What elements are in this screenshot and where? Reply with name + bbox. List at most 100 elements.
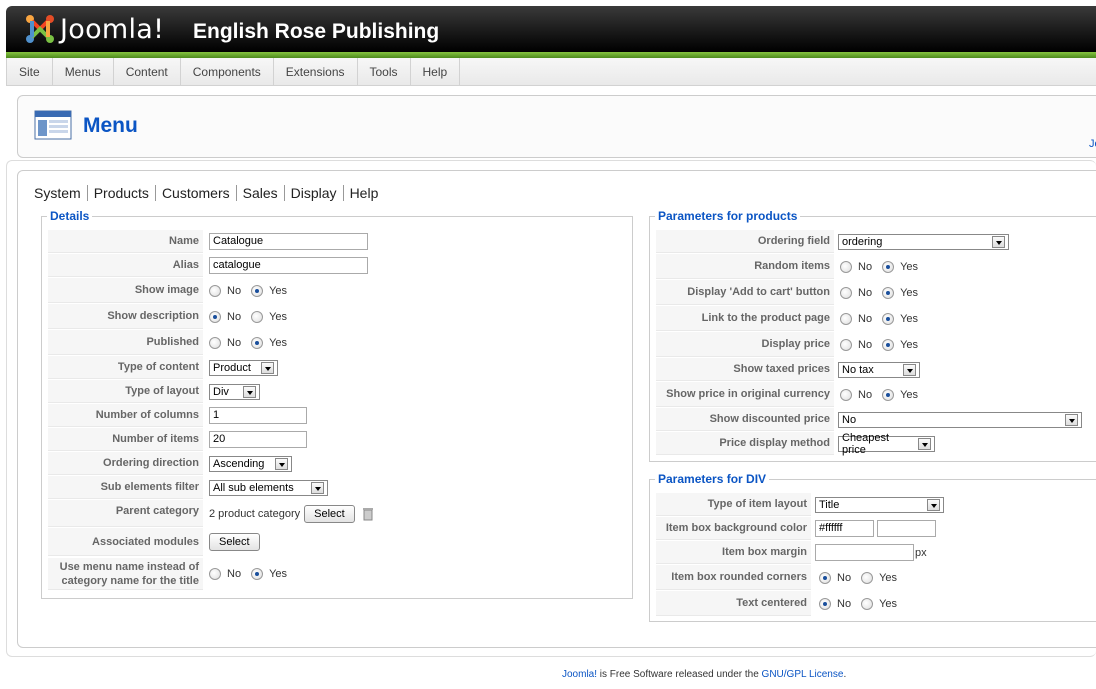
row-ordering-field: Ordering field ordering: [656, 230, 1096, 253]
ordering-dir-select[interactable]: Ascending: [209, 455, 292, 472]
bg-color-input[interactable]: #ffffff: [815, 520, 874, 537]
random-items-yes-radio[interactable]: [882, 260, 895, 273]
link-product-yes-radio[interactable]: [882, 312, 895, 325]
menu-help[interactable]: Help: [411, 58, 461, 86]
add-to-cart-label: Display 'Add to cart' button: [656, 280, 834, 305]
subnav-help[interactable]: Help: [342, 185, 385, 201]
ordering-field-select[interactable]: ordering: [838, 233, 1009, 250]
subnav-system[interactable]: System: [34, 185, 87, 201]
row-name: Name Catalogue: [48, 230, 528, 253]
yes-label: Yes: [900, 388, 919, 401]
bg-color-preview[interactable]: [877, 520, 936, 537]
menu-tools[interactable]: Tools: [358, 58, 411, 86]
joomla-logo-text: Joomla!: [60, 13, 165, 45]
orig-currency-no-radio[interactable]: [840, 388, 852, 401]
display-price-yes-radio[interactable]: [882, 338, 895, 351]
menu-content[interactable]: Content: [114, 58, 181, 86]
no-label: No: [858, 260, 873, 273]
no-label: No: [858, 338, 873, 351]
yes-label: Yes: [879, 571, 898, 584]
num-items-input[interactable]: 20: [209, 431, 307, 448]
trash-icon[interactable]: [362, 507, 373, 521]
row-published: Published No Yes: [48, 330, 528, 355]
random-items-no-radio[interactable]: [840, 260, 852, 273]
subnav-products[interactable]: Products: [86, 185, 155, 201]
published-yes-radio[interactable]: [251, 336, 264, 349]
row-show-description: Show description No Yes: [48, 304, 528, 329]
no-label: No: [858, 312, 873, 325]
add-to-cart-yes-radio[interactable]: [882, 286, 895, 299]
type-layout-select[interactable]: Div: [209, 383, 260, 400]
yes-label: Yes: [900, 312, 919, 325]
menu-menus[interactable]: Menus: [53, 58, 114, 86]
row-associated-modules: Associated modules Select: [48, 528, 528, 556]
discounted-value: No: [842, 413, 857, 426]
published-label: Published: [48, 330, 203, 355]
item-layout-label: Type of item layout: [656, 493, 811, 516]
price-method-label: Price display method: [656, 432, 834, 455]
show-description-yes-radio[interactable]: [251, 310, 264, 323]
margin-input[interactable]: [815, 544, 914, 561]
row-display-price: Display price No Yes: [656, 332, 1096, 357]
subnav-customers[interactable]: Customers: [154, 185, 236, 201]
div-params-legend: Parameters for DIV: [658, 472, 767, 486]
no-label: No: [858, 286, 873, 299]
yes-label: Yes: [269, 284, 288, 297]
bg-color-label: Item box background color: [656, 517, 811, 540]
joomla-logo[interactable]: Joomla!: [24, 12, 164, 46]
footer-joomla-link[interactable]: Joomla!: [562, 669, 597, 680]
use-menu-name-yes-radio[interactable]: [251, 568, 264, 580]
no-label: No: [837, 597, 852, 610]
published-no-radio[interactable]: [209, 336, 221, 349]
price-method-select[interactable]: Cheapest price: [838, 432, 935, 456]
ordering-field-label: Ordering field: [656, 230, 834, 253]
sub-filter-select[interactable]: All sub elements: [209, 479, 328, 496]
num-columns-input[interactable]: 1: [209, 407, 307, 424]
no-label: No: [227, 284, 242, 297]
page-title: Menu: [83, 114, 138, 137]
centered-yes-radio[interactable]: [861, 597, 874, 610]
menu-site[interactable]: Site: [6, 58, 53, 86]
type-content-select[interactable]: Product: [209, 359, 278, 376]
link-product-no-radio[interactable]: [840, 312, 852, 325]
parent-category-value: 2 product category: [209, 507, 301, 520]
footer-text: is Free Software released under the: [597, 669, 762, 680]
toolbar-right-link[interactable]: Jo: [1089, 138, 1096, 150]
orig-currency-yes-radio[interactable]: [882, 388, 895, 401]
link-product-label: Link to the product page: [656, 306, 834, 331]
associated-modules-label: Associated modules: [48, 528, 203, 556]
footer-license-link[interactable]: GNU/GPL License: [762, 669, 844, 680]
chevron-down-icon: [1065, 413, 1078, 426]
name-input[interactable]: Catalogue: [209, 233, 368, 250]
show-taxed-select[interactable]: No tax: [838, 361, 920, 378]
show-image-label: Show image: [48, 278, 203, 303]
chevron-down-icon: [918, 437, 931, 450]
discounted-select[interactable]: No: [838, 411, 1082, 428]
row-add-to-cart: Display 'Add to cart' button No Yes: [656, 280, 1096, 305]
subnav-display[interactable]: Display: [283, 185, 343, 201]
add-to-cart-no-radio[interactable]: [840, 286, 852, 299]
centered-no-radio[interactable]: [819, 597, 831, 610]
associated-modules-select-button[interactable]: Select: [209, 533, 260, 551]
joomla-logo-icon: [26, 15, 54, 43]
yes-label: Yes: [269, 310, 288, 323]
menu-components[interactable]: Components: [181, 58, 274, 86]
show-description-no-radio[interactable]: [209, 310, 221, 323]
yes-label: Yes: [269, 336, 288, 349]
show-image-no-radio[interactable]: [209, 284, 221, 297]
show-taxed-label: Show taxed prices: [656, 358, 834, 381]
show-image-yes-radio[interactable]: [251, 284, 264, 297]
row-num-items: Number of items 20: [48, 428, 528, 451]
menu-extensions[interactable]: Extensions: [274, 58, 358, 86]
use-menu-name-no-radio[interactable]: [209, 568, 221, 580]
footer-end: .: [843, 669, 847, 680]
display-price-no-radio[interactable]: [840, 338, 852, 351]
alias-input[interactable]: catalogue: [209, 257, 368, 274]
rounded-no-radio[interactable]: [819, 571, 831, 584]
subnav-sales[interactable]: Sales: [235, 185, 284, 201]
rounded-yes-radio[interactable]: [861, 571, 874, 584]
row-discounted: Show discounted price No: [656, 408, 1096, 431]
parent-category-select-button[interactable]: Select: [304, 504, 355, 523]
ordering-dir-value: Ascending: [213, 457, 265, 470]
item-layout-select[interactable]: Title: [815, 496, 944, 513]
